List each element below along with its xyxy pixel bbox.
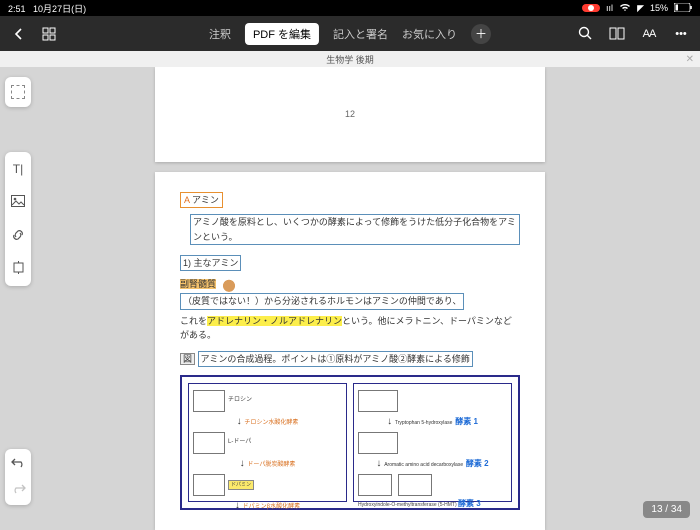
definition-text: アミノ酸を原料とし、いくつかの酵素によって修飾をうけた低分子化合物をアミンという… [190, 214, 520, 245]
diagram-left-col: チロシン ↓ チロシン水酸化酵素 L-ドーパ ↓ ドーパ脱炭酸酵素 ドパミン ↓… [188, 383, 347, 502]
recording-indicator[interactable] [582, 4, 600, 12]
pdf-page-current[interactable]: A アミン アミノ酸を原料とし、いくつかの酵素によって修飾をうけた低分子化合物を… [155, 172, 545, 530]
tab-fill-sign[interactable]: 記入と署名 [333, 26, 388, 42]
app-toolbar: 注釈 PDF を編集 記入と署名 お気に入り ＋ AA ••• [0, 16, 700, 51]
page-indicator[interactable]: 13 / 34 [643, 501, 690, 518]
signal-icon: ııl [606, 3, 613, 13]
pdf-viewport[interactable]: T| 12 A アミン アミノ酸を原料とし、いくつかの酵素によって修飾をうけた低… [0, 67, 700, 530]
document-title-bar: 生物学 後期 ✕ [0, 51, 700, 67]
document-title: 生物学 後期 [326, 53, 374, 66]
toolbar-tabs: 注釈 PDF を編集 記入と署名 お気に入り ＋ [209, 23, 491, 45]
close-document-button[interactable]: ✕ [686, 54, 694, 65]
undo-button[interactable] [11, 455, 26, 473]
hormones-highlight: アドレナリン・ノルアドレナリン [207, 316, 342, 326]
line2-pre: これを [180, 316, 207, 326]
status-date: 10月27日(日) [33, 4, 86, 14]
diagram-right-col: ↓ Tryptophan 5-hydroxylase 酵素 1 ↓ Aromat… [353, 383, 512, 502]
tab-annotate[interactable]: 注釈 [209, 26, 231, 42]
undo-rail [5, 449, 31, 505]
tab-favorites[interactable]: お気に入り [402, 26, 457, 42]
figure-caption: アミンの合成過程。ポイントは①原料がアミノ酸②酵素による修飾 [198, 351, 473, 367]
add-tab-button[interactable]: ＋ [471, 24, 491, 44]
section-marker: A アミン [180, 192, 223, 208]
page-scroll[interactable]: 12 A アミン アミノ酸を原料とし、いくつかの酵素によって修飾をうけた低分子化… [155, 67, 545, 530]
synthesis-diagram: チロシン ↓ チロシン水酸化酵素 L-ドーパ ↓ ドーパ脱炭酸酵素 ドパミン ↓… [180, 375, 520, 510]
grid-view-button[interactable] [40, 25, 58, 43]
text-size-button[interactable]: AA [640, 25, 658, 43]
pdf-page-prev[interactable]: 12 [155, 67, 545, 162]
reader-view-button[interactable] [608, 25, 626, 43]
status-time: 2:51 [8, 4, 26, 14]
crop-tool[interactable] [11, 261, 26, 276]
wifi-icon [619, 3, 631, 14]
rect-select-tool[interactable] [11, 85, 25, 99]
organ-highlight: 副腎髄質 [180, 279, 216, 289]
tab-edit-pdf[interactable]: PDF を編集 [245, 23, 319, 45]
battery-pct: 15% [650, 3, 668, 13]
hand-annotation-icon [219, 275, 239, 293]
status-bar: 2:51 10月27日(日) ııl ◤ 15% [0, 0, 700, 16]
subsection-label: 1) 主なアミン [180, 255, 241, 271]
more-button[interactable]: ••• [672, 25, 690, 43]
figure-label: 図 [180, 353, 195, 365]
back-button[interactable] [10, 25, 28, 43]
location-icon: ◤ [637, 3, 644, 14]
redo-button[interactable] [11, 481, 26, 499]
side-tool-rail: T| [5, 152, 31, 286]
page-number: 12 [345, 109, 355, 119]
battery-icon [674, 3, 692, 14]
text-tool[interactable]: T| [11, 162, 26, 177]
image-tool[interactable] [11, 195, 26, 210]
link-tool[interactable] [11, 228, 26, 243]
organ-line: （皮質ではない！）から分泌されるホルモンはアミンの仲間であり、 [180, 293, 464, 309]
selection-tool-rail [5, 77, 31, 107]
search-button[interactable] [576, 25, 594, 43]
